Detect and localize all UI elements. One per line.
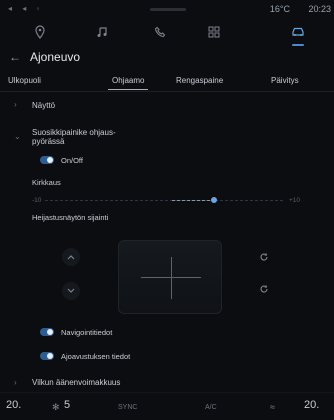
row-favorite-line2[interactable]: pyörässä [32, 137, 64, 146]
brightness-slider-active [172, 200, 210, 201]
tab-ohjaamo[interactable]: Ohjaamo [107, 76, 150, 90]
navigation-info-toggle[interactable] [40, 328, 54, 336]
row-naytto[interactable]: Näyttö [32, 101, 55, 110]
hud-position-label: Heijastusnäytön sijainti [32, 213, 109, 222]
tab-ulkopuoli[interactable]: Ulkopuoli [8, 76, 41, 85]
music-icon[interactable] [88, 20, 116, 44]
fan-level: 5 [64, 399, 71, 411]
row-volume[interactable]: Vilkun äänenvoimakkuus [32, 378, 120, 387]
row-favorite-line1[interactable]: Suosikkipainike ohjaus- [32, 128, 116, 137]
brightness-min: -10 [32, 197, 42, 204]
chevron-right-icon: › [14, 100, 17, 109]
ac-button[interactable]: A/C [205, 404, 217, 411]
top-navigation [0, 18, 334, 46]
brightness-slider-track[interactable] [45, 200, 283, 201]
car-icon[interactable] [284, 20, 312, 46]
driving-assist-label: Ajoavustuksen tiedot [61, 352, 131, 361]
clock: 20:23 [308, 4, 331, 14]
rotate-icon-2[interactable] [259, 284, 271, 296]
apps-grid-icon[interactable] [200, 20, 228, 44]
tab-paivitys[interactable]: Päivitys [271, 76, 299, 85]
page-title: Ajoneuvo [30, 50, 81, 64]
map-pin-icon[interactable] [26, 20, 54, 44]
tab-bar: Ulkopuoli Ohjaamo Rengaspaine Päivitys [0, 72, 334, 92]
seat-heat-icon[interactable]: ≈ [270, 402, 275, 412]
sync-button[interactable]: SYNC [118, 404, 137, 411]
crosshair-vertical [171, 257, 172, 299]
outside-temperature: 16°C [269, 4, 290, 14]
chevron-down-icon: ⌄ [14, 132, 21, 141]
chevron-right-icon-2: › [14, 378, 17, 387]
status-bar: ◂ ◂ ◦ 16°C 20:23 [0, 0, 334, 18]
left-temperature[interactable]: 20. [6, 399, 21, 411]
right-temperature[interactable]: 20. [304, 399, 319, 411]
brightness-label: Kirkkaus [32, 178, 61, 187]
hud-preview [118, 240, 222, 314]
page-header: ← Ajoneuvo [0, 46, 334, 70]
chevron-down-icon [67, 288, 75, 293]
phone-icon[interactable] [146, 20, 174, 44]
status-left-icons: ◂ ◂ ◦ [8, 4, 44, 13]
rotate-icon[interactable] [259, 252, 271, 264]
brightness-slider-knob[interactable] [211, 197, 217, 203]
drag-handle[interactable] [150, 8, 186, 11]
hud-up-button[interactable] [62, 248, 80, 266]
tab-rengaspaine[interactable]: Rengaspaine [176, 76, 223, 85]
hud-down-button[interactable] [62, 282, 80, 300]
navigation-info-label: Navigointitiedot [61, 328, 113, 337]
fan-icon[interactable]: ✻ [52, 402, 60, 413]
onoff-label: On/Off [61, 156, 83, 165]
onoff-toggle[interactable] [40, 156, 54, 164]
brightness-max: +10 [289, 197, 301, 204]
driving-assist-toggle[interactable] [40, 352, 54, 360]
back-arrow-icon[interactable]: ← [9, 50, 21, 64]
chevron-up-icon [67, 255, 75, 260]
climate-bar: 20. ✻ 5 SYNC A/C ≈ 20. [0, 392, 334, 420]
